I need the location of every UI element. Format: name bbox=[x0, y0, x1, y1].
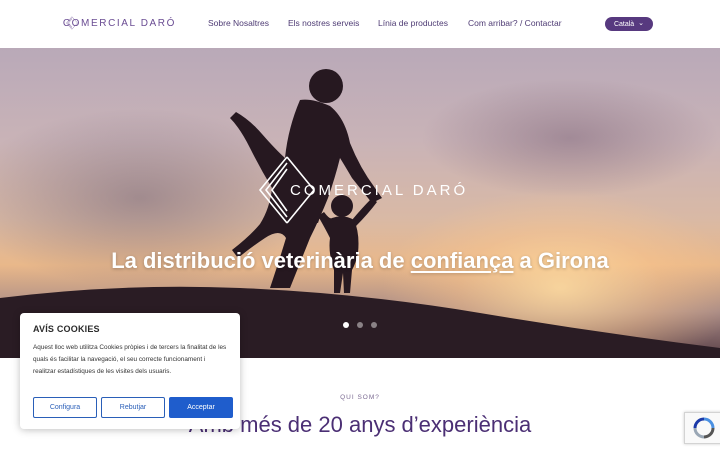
hero-title: La distribució veterinària de confiança … bbox=[0, 248, 720, 274]
cookie-title: AVÍS COOKIES bbox=[33, 324, 100, 334]
cookie-accept-button[interactable]: Acceptar bbox=[169, 397, 233, 418]
nav-item-productes[interactable]: Línia de productes bbox=[378, 18, 448, 28]
nav-item-serveis[interactable]: Els nostres serveis bbox=[288, 18, 359, 28]
cookie-text: Aquest lloc web utilitza Cookies pròpies… bbox=[33, 344, 227, 375]
site-logo[interactable]: COMERCIAL DARÓ bbox=[62, 5, 176, 41]
hero-title-highlight: confiança bbox=[410, 248, 514, 273]
cookie-banner: AVÍS COOKIES Aquest lloc web utilitza Co… bbox=[20, 313, 240, 429]
cookie-buttons: Configura Rebutjar Acceptar bbox=[33, 397, 233, 418]
language-selector[interactable]: Català ⌄ bbox=[605, 17, 653, 31]
cookie-configure-button[interactable]: Configura bbox=[33, 397, 97, 418]
nav-item-sobre-nosaltres[interactable]: Sobre Nosaltres bbox=[208, 18, 269, 28]
recaptcha-badge[interactable] bbox=[684, 412, 720, 444]
slider-dots bbox=[343, 322, 377, 328]
slider-dot-2[interactable] bbox=[357, 322, 363, 328]
hero-logo: COMERCIAL DARÓ bbox=[258, 155, 468, 225]
recaptcha-icon bbox=[693, 417, 715, 439]
hero-title-after: a Girona bbox=[513, 248, 609, 273]
logo-text: COMERCIAL DARÓ bbox=[62, 17, 176, 29]
hero-slider: COMERCIAL DARÓ La distribució veterinàri… bbox=[0, 48, 720, 358]
chevron-down-icon: ⌄ bbox=[638, 20, 645, 27]
nav-item-contactar[interactable]: Com arribar? / Contactar bbox=[468, 18, 562, 28]
language-label: Català bbox=[613, 20, 635, 28]
slider-dot-1[interactable] bbox=[343, 322, 349, 328]
slider-dot-3[interactable] bbox=[371, 322, 377, 328]
hero-logo-text: COMERCIAL DARÓ bbox=[290, 181, 469, 199]
hero-title-before: La distribució veterinària de bbox=[111, 248, 411, 273]
cookie-reject-button[interactable]: Rebutjar bbox=[101, 397, 165, 418]
site-header: COMERCIAL DARÓ Sobre Nosaltres Els nostr… bbox=[0, 0, 720, 48]
